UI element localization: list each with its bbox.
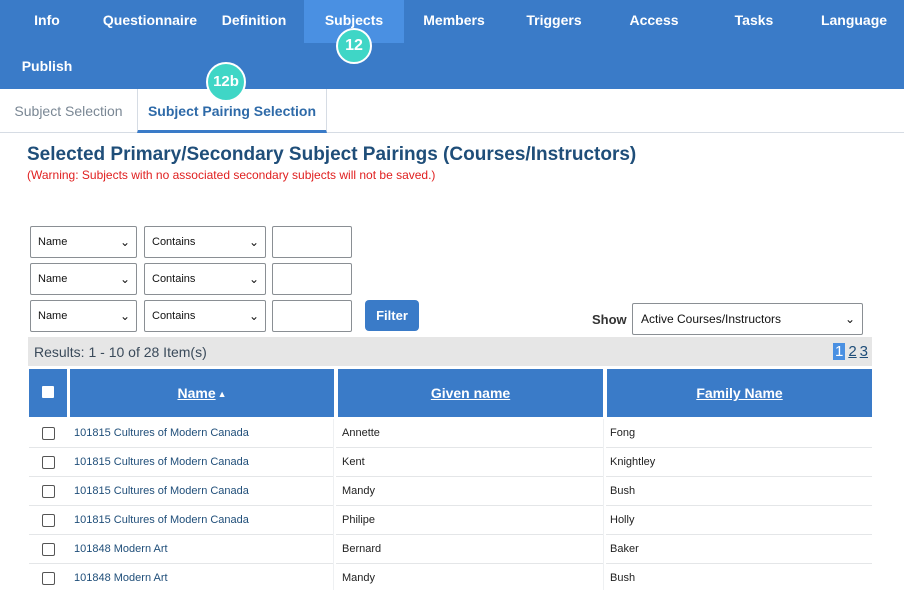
tab-publish[interactable]: Publish [0,46,94,89]
page-title: Selected Primary/Secondary Subject Pairi… [27,144,637,165]
column-divider [333,564,336,590]
chevron-down-icon: ⌄ [844,312,855,326]
cell-family-name: Knightley [610,456,656,468]
cell-name: 101815 Cultures of Modern Canada [74,427,249,439]
subtab-subject-selection[interactable]: Subject Selection [0,89,137,133]
cell-family-name: Bush [610,485,636,497]
cell-family-name: Baker [610,543,639,555]
row-checkbox[interactable] [42,572,55,585]
filter-field-select-2[interactable]: Name ⌄ [30,263,137,295]
cell-name: 101815 Cultures of Modern Canada [74,456,249,468]
tab-access[interactable]: Access [604,0,704,43]
row-checkbox[interactable] [42,543,55,556]
filter-field-select-1[interactable]: Name ⌄ [30,226,137,258]
cell-given-name: Mandy [342,485,376,497]
column-divider [333,535,336,564]
table-row: 101848 Modern Art Mandy Bush [29,564,872,590]
column-header-family-name-label[interactable]: Family Name [696,385,782,401]
cell-given-name: Philipe [342,514,376,526]
column-divider [603,419,606,448]
chevron-down-icon: ⌄ [119,272,130,286]
show-label: Show [592,312,627,327]
column-divider [333,419,336,448]
pagination: 123 [830,343,868,360]
results-count: Results: 1 - 10 of 28 Item(s) [34,344,207,360]
filter-value-input-1[interactable] [272,226,352,258]
cell-given-name: Annette [342,427,380,439]
show-select[interactable]: Active Courses/Instructors ⌄ [632,303,863,335]
chevron-down-icon: ⌄ [248,272,259,286]
tab-members[interactable]: Members [404,0,504,43]
results-bar: Results: 1 - 10 of 28 Item(s) 123 [28,337,872,366]
table-row: 101815 Cultures of Modern Canada Annette… [29,419,872,448]
table-row: 101815 Cultures of Modern Canada Mandy B… [29,477,872,506]
cell-name: 101815 Cultures of Modern Canada [74,485,249,497]
filter-operator-value: Contains [152,236,196,248]
filter-field-value: Name [38,273,68,285]
row-checkbox[interactable] [42,456,55,469]
column-header-name[interactable]: Name ▲ [70,369,334,417]
column-divider [603,535,606,564]
step-badge-12: 12 [336,28,372,64]
tab-triggers[interactable]: Triggers [504,0,604,43]
cell-family-name: Bush [610,572,636,584]
filter-field-value: Name [38,310,68,322]
sort-ascending-icon: ▲ [217,389,227,399]
table-row: 101848 Modern Art Bernard Baker [29,535,872,564]
select-all-header [29,369,67,417]
filter-value-input-2[interactable] [272,263,352,295]
tab-questionnaire[interactable]: Questionnaire [98,0,202,43]
filter-value-input-3[interactable] [272,300,352,332]
page-link-1[interactable]: 1 [832,343,846,360]
column-divider [603,448,606,477]
cell-name: 101848 Modern Art [74,543,168,555]
row-checkbox[interactable] [42,514,55,527]
page-link-3[interactable]: 3 [860,343,868,360]
column-header-name-label[interactable]: Name [177,385,215,401]
table-row: 101815 Cultures of Modern Canada Philipe… [29,506,872,535]
page-link-2[interactable]: 2 [848,343,856,360]
cell-family-name: Fong [610,427,636,439]
column-header-given-name-label[interactable]: Given name [431,385,510,401]
chevron-down-icon: ⌄ [119,309,130,323]
chevron-down-icon: ⌄ [248,235,259,249]
tab-info[interactable]: Info [0,0,94,43]
table-row: 101815 Cultures of Modern Canada Kent Kn… [29,448,872,477]
show-select-value: Active Courses/Instructors [641,312,782,326]
cell-given-name: Kent [342,456,365,468]
cell-name: 101815 Cultures of Modern Canada [74,514,249,526]
cell-given-name: Mandy [342,572,376,584]
column-divider [603,564,606,590]
chevron-down-icon: ⌄ [119,235,130,249]
row-checkbox[interactable] [42,485,55,498]
column-divider [603,477,606,506]
tab-tasks[interactable]: Tasks [704,0,804,43]
cell-family-name: Holly [610,514,635,526]
warning-text: (Warning: Subjects with no associated se… [27,168,436,182]
column-divider [603,506,606,535]
column-header-given-name[interactable]: Given name [338,369,603,417]
cell-given-name: Bernard [342,543,382,555]
tab-language[interactable]: Language [804,0,904,43]
tab-definition[interactable]: Definition [206,0,302,43]
row-checkbox[interactable] [42,427,55,440]
column-divider [333,448,336,477]
column-header-family-name[interactable]: Family Name [607,369,872,417]
filter-button[interactable]: Filter [365,300,419,331]
filter-field-select-3[interactable]: Name ⌄ [30,300,137,332]
chevron-down-icon: ⌄ [248,309,259,323]
column-divider [333,506,336,535]
top-navigation: Info Questionnaire Definition Subjects M… [0,0,904,89]
subtabs-bar: Subject Selection Subject Pairing Select… [0,89,904,133]
filter-operator-select-2[interactable]: Contains ⌄ [144,263,266,295]
cell-name: 101848 Modern Art [74,572,168,584]
filter-operator-value: Contains [152,273,196,285]
select-all-checkbox[interactable] [42,386,54,398]
column-divider [333,477,336,506]
filter-operator-value: Contains [152,310,196,322]
step-badge-12b: 12b [206,62,246,102]
filter-operator-select-3[interactable]: Contains ⌄ [144,300,266,332]
filter-field-value: Name [38,236,68,248]
filter-operator-select-1[interactable]: Contains ⌄ [144,226,266,258]
